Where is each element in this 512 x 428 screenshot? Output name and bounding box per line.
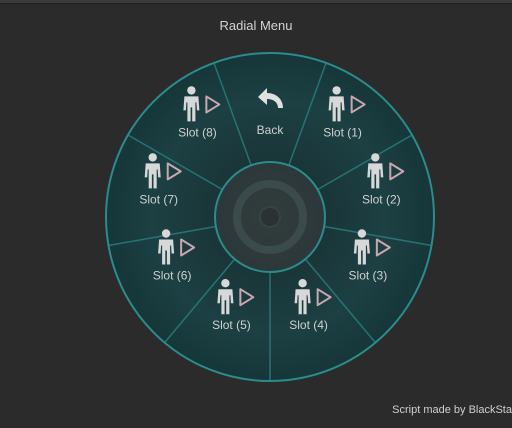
slot-label: Slot (6)	[153, 269, 192, 283]
slot-label: Slot (5)	[212, 318, 251, 332]
slot-label: Slot (8)	[178, 125, 217, 139]
slot-label: Slot (3)	[349, 269, 388, 283]
slot-label: Slot (4)	[289, 318, 328, 332]
back-label: Back	[257, 123, 285, 137]
slot-label: Slot (1)	[323, 125, 362, 139]
radial-menu: Back Slot (1) Slot (2) Slot (3) Slot (4) Slo…	[105, 52, 435, 382]
center-knob	[259, 206, 281, 228]
window-title: Radial Menu	[219, 18, 293, 33]
credit-text: Script made by BlackSta	[392, 404, 512, 416]
slot-label: Slot (2)	[362, 192, 401, 206]
slot-label: Slot (7)	[139, 192, 178, 206]
top-border	[0, 0, 512, 4]
